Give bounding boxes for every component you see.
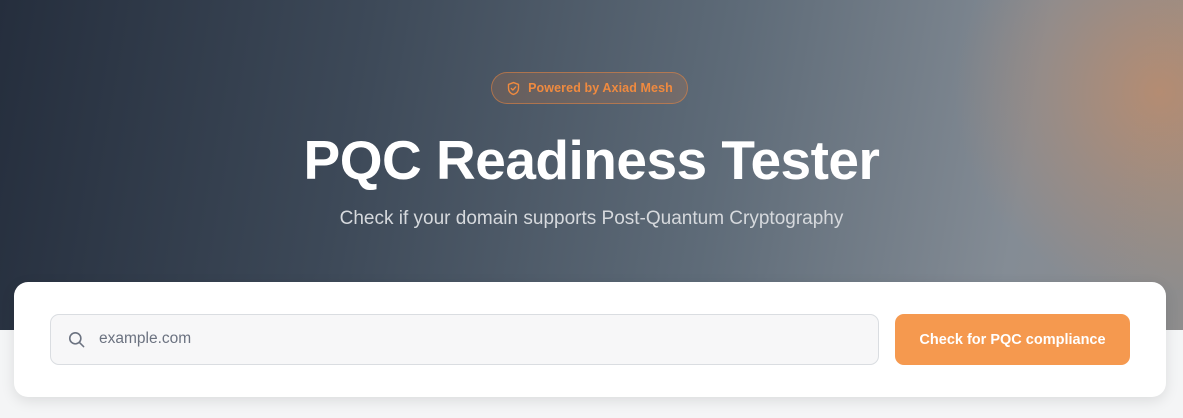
search-card: Check for PQC compliance [14,282,1166,397]
page-title: PQC Readiness Tester [303,129,880,191]
badge-label: Powered by Axiad Mesh [528,81,673,95]
search-icon [68,331,85,348]
search-field[interactable] [50,314,879,365]
page-subtitle: Check if your domain supports Post-Quant… [339,208,844,229]
shield-check-icon [507,81,520,95]
domain-input[interactable] [99,315,869,363]
hero-section: Powered by Axiad Mesh PQC Readiness Test… [0,0,1183,330]
powered-by-badge: Powered by Axiad Mesh [491,72,688,104]
page: Powered by Axiad Mesh PQC Readiness Test… [0,0,1183,418]
check-pqc-button[interactable]: Check for PQC compliance [895,314,1130,365]
